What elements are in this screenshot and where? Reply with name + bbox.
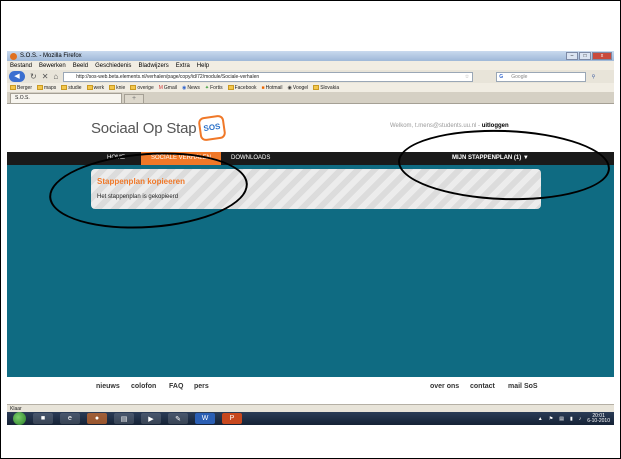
home-icon[interactable]: ⌂ — [53, 72, 58, 81]
minimize-button[interactable]: – — [566, 52, 578, 60]
welcome-text: Welkom, t.mens@students.uu.nl - uitlogge… — [390, 123, 509, 129]
menu-geschiedenis[interactable]: Geschiedenis — [95, 63, 131, 69]
tray-arrow-icon[interactable]: ▲ — [538, 416, 543, 422]
search-icon[interactable]: ⚲ — [592, 73, 596, 81]
menu-beeld[interactable]: Beeld — [73, 63, 88, 69]
nav-downloads[interactable]: DOWNLOADS — [231, 152, 270, 165]
search-placeholder: Google — [511, 73, 528, 80]
folder-icon — [61, 85, 68, 90]
flag-icon[interactable]: ⚑ — [549, 416, 553, 422]
footer-faq[interactable]: FAQ — [169, 383, 183, 390]
explorer-folder-icon[interactable]: ■ — [33, 413, 53, 424]
folder-icon — [130, 85, 137, 90]
bookmark-knie[interactable]: knie — [109, 85, 125, 91]
window-titlebar: S.O.S. - Mozilla Firefox – □ x — [7, 51, 614, 61]
tab-bar: S.O.S. + — [7, 92, 614, 104]
bookmark-berger[interactable]: Berger — [10, 85, 32, 91]
voogel-icon: ◉ — [287, 84, 292, 91]
footer-pers[interactable]: pers — [194, 383, 209, 390]
media-player-icon[interactable]: ▶ — [141, 413, 161, 424]
folder-icon — [10, 85, 16, 90]
stop-icon[interactable]: ✕ — [42, 72, 49, 81]
footer-colofon[interactable]: colofon — [131, 383, 156, 390]
news-icon: ◉ — [181, 84, 187, 91]
folder-icon — [37, 85, 44, 90]
bookmark-voogel[interactable]: ◉ Voogel — [288, 85, 309, 91]
footer-nieuws[interactable]: nieuws — [96, 383, 120, 390]
windows-taskbar: ■ e ● ▤ ▶ ✎ W P ▲ ⚑ ▤ ▮ ♪ 20:01 6-10-201… — [7, 412, 614, 425]
folder-icon — [109, 85, 116, 90]
tools-icon[interactable]: ✎ — [168, 413, 188, 424]
menu-extra[interactable]: Extra — [176, 63, 190, 69]
bookmark-slovakia[interactable]: Slovakia — [313, 85, 339, 91]
logout-link[interactable]: uitloggen — [482, 123, 509, 129]
menu-bewerken[interactable]: Bewerken — [39, 63, 66, 69]
tab-sos[interactable]: S.O.S. — [10, 93, 122, 103]
internet-explorer-icon[interactable]: e — [60, 413, 80, 424]
footer-over-ons[interactable]: over ons — [430, 383, 459, 390]
bookmark-werk[interactable]: werk — [86, 85, 104, 91]
welcome-user: Welkom, t.mens@students.uu.nl - — [390, 123, 482, 129]
clock[interactable]: 20:01 6-10-2010 — [587, 413, 610, 424]
logo-badge-icon: SOS — [197, 114, 227, 142]
volume-icon[interactable]: ♪ — [579, 416, 582, 422]
bookmark-facebook[interactable]: Facebook — [227, 85, 257, 91]
maximize-button[interactable]: □ — [579, 52, 591, 60]
bookmark-maps[interactable]: maps — [37, 85, 56, 91]
word-icon[interactable]: W — [195, 413, 215, 424]
footer-mail-sos[interactable]: mail SoS — [508, 383, 538, 390]
url-bar[interactable]: http://sos-web.beta.elements.nl/verhalen… — [63, 71, 474, 82]
folder-icon — [86, 85, 93, 90]
site-logo[interactable]: Sociaal Op Stap SOS — [91, 114, 227, 142]
firefox-taskbar-icon[interactable]: ● — [87, 413, 107, 424]
folder-icon — [227, 85, 234, 90]
bookmark-star-icon[interactable]: ☆ — [465, 73, 469, 81]
close-button[interactable]: x — [592, 52, 612, 60]
gmail-icon: M — [158, 84, 163, 91]
hotmail-icon: ■ — [261, 84, 265, 91]
fortis-icon: ✦ — [204, 84, 210, 91]
menu-help[interactable]: Help — [197, 63, 209, 69]
bookmark-overige[interactable]: overige — [130, 85, 154, 91]
status-bar: Klaar — [7, 404, 614, 412]
file-manager-icon[interactable]: ▤ — [114, 413, 134, 424]
footer-contact[interactable]: contact — [470, 383, 495, 390]
screenshot: S.O.S. - Mozilla Firefox – □ x Bestand B… — [7, 51, 614, 425]
powerpoint-icon[interactable]: P — [222, 413, 242, 424]
new-tab-button[interactable]: + — [124, 94, 144, 103]
network-icon[interactable]: ▤ — [559, 416, 564, 422]
bookmarks-toolbar: Berger maps studie werk knie overige M Gm… — [7, 83, 614, 92]
logo-text: Sociaal Op Stap — [91, 119, 197, 137]
menu-bar: Bestand Bewerken Beeld Geschiedenis Blad… — [7, 61, 614, 70]
bookmark-studie[interactable]: studie — [61, 85, 82, 91]
url-text: http://sos-web.beta.elements.nl/verhalen… — [76, 73, 260, 80]
bookmark-hotmail[interactable]: ■ Hotmail — [262, 85, 283, 91]
back-button[interactable]: ◀ — [9, 71, 25, 82]
start-button[interactable] — [13, 412, 26, 425]
system-tray: ▲ ⚑ ▤ ▮ ♪ 20:01 6-10-2010 — [538, 412, 610, 425]
firefox-icon — [10, 52, 17, 60]
google-icon: G — [499, 73, 504, 80]
window-title: S.O.S. - Mozilla Firefox — [20, 53, 82, 59]
bookmark-fortis[interactable]: ✦ Fortis — [205, 85, 223, 91]
menu-bladwijzers[interactable]: Bladwijzers — [138, 63, 168, 69]
site-footer: nieuws colofon FAQ pers over ons contact… — [7, 377, 614, 404]
search-box[interactable]: G Google ⚲ — [496, 71, 595, 82]
navigation-toolbar: ◀ ↻ ✕ ⌂ http://sos-web.beta.elements.nl/… — [7, 70, 614, 83]
signal-icon[interactable]: ▮ — [570, 416, 573, 422]
clock-date: 6-10-2010 — [587, 417, 610, 424]
bookmark-gmail[interactable]: M Gmail — [159, 85, 177, 91]
folder-icon — [313, 85, 320, 90]
window-controls: – □ x — [566, 52, 612, 60]
bookmark-news[interactable]: ◉ News — [182, 85, 200, 91]
menu-bestand[interactable]: Bestand — [10, 63, 32, 69]
reload-icon[interactable]: ↻ — [30, 72, 37, 81]
